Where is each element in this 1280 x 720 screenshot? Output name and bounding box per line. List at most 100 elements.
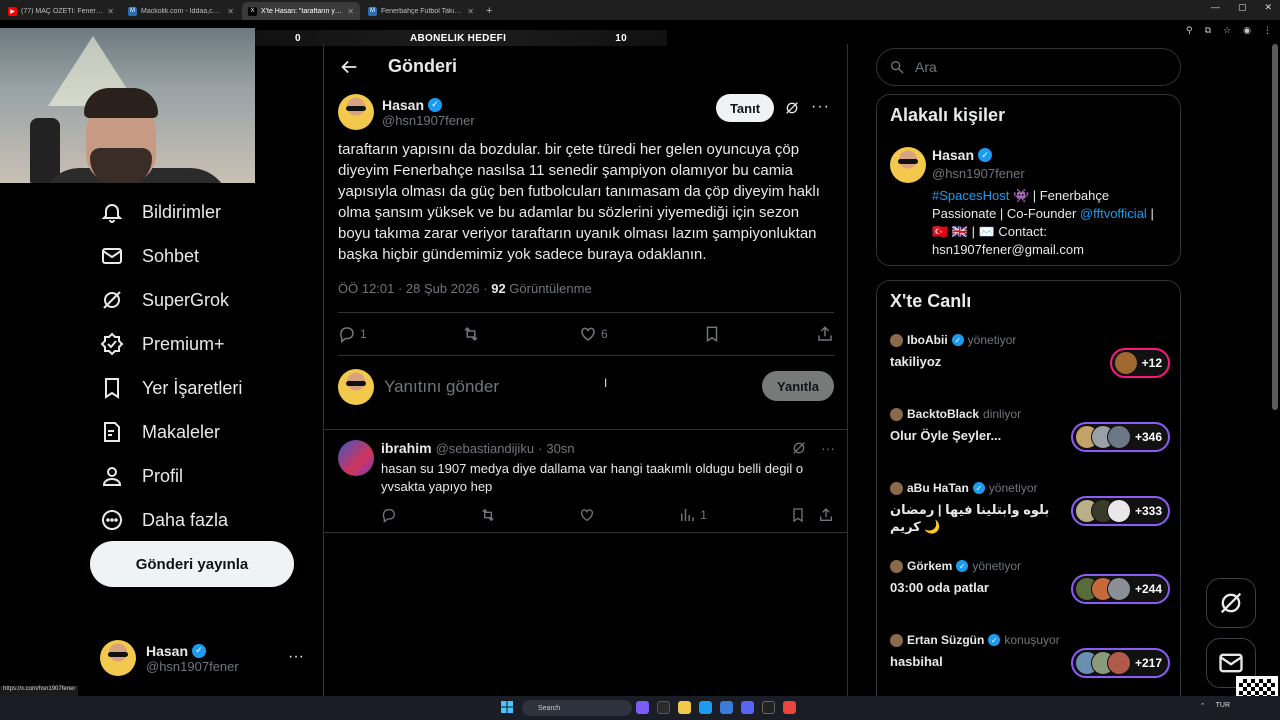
listener-avatar [1106,499,1131,523]
browser-tab[interactable]: M Mackolik.com - İddaa,canlı maç ✕ [122,2,240,20]
star-icon[interactable]: ☆ [1223,25,1231,36]
store-icon[interactable] [720,701,733,714]
host-avatar [890,633,903,647]
more-options-icon[interactable]: ··· [811,98,830,116]
mention-link[interactable]: @fftvofficial [1080,206,1147,221]
nav-item-articles[interactable]: Makaleler [90,410,320,454]
close-tab-icon[interactable]: ✕ [347,7,354,16]
repost-icon[interactable] [480,507,496,523]
reply-action[interactable]: 1 [338,325,367,343]
live-space-item[interactable]: Görkem ✓ yönetiyor 03:00 oda patlar +244 [890,559,1170,629]
post-author-row: Hasan ✓ @hsn1907fener Tanıt ··· [338,92,836,132]
live-space-item[interactable]: Ertan Süzgün ✓ konuşuyor hasbihal +217 [890,633,1170,703]
share-icon[interactable] [818,507,834,523]
app-icon[interactable] [657,701,670,714]
more-options-icon[interactable]: ··· [821,440,835,456]
browser-tab-active[interactable]: X X'te Hasan: "taraftarın yapısını" ✕ [242,2,360,20]
webcam-feed [0,28,255,183]
browser-tab[interactable]: ▶ (77) MAÇ ÖZETİ: Fenerbahçe 2 ✕ [2,2,120,20]
post-timestamp[interactable]: ÖÖ 12:01 · 28 Şub 2026 · [338,281,491,296]
reply-submit-button[interactable]: Yanıtla [762,371,834,401]
discord-icon[interactable] [741,701,754,714]
share-action[interactable] [816,325,834,343]
nav-label: SuperGrok [142,289,230,310]
reply-icon[interactable] [381,507,397,523]
search-input[interactable]: Ara [876,48,1181,86]
new-tab-button[interactable]: + [486,2,492,20]
listener-avatar [1106,425,1131,449]
app-icon[interactable] [636,701,649,714]
related-user-handle[interactable]: @hsn1907fener [932,166,1025,181]
browser-tab[interactable]: M Fenerbahçe Futbol Takımı - 2025 ✕ [362,2,480,20]
author-name[interactable]: Hasan ✓ [382,97,475,113]
profile-icon[interactable]: ◉ [1243,25,1251,36]
reply-avatar[interactable] [338,440,374,476]
taskbar-search[interactable]: Search [522,700,632,716]
like-action[interactable]: 6 [579,325,608,343]
chrome-icon[interactable] [783,701,796,714]
close-window-icon[interactable]: ✕ [1264,2,1272,13]
grok-icon[interactable] [784,100,800,116]
page-scrollbar[interactable] [1272,44,1278,410]
nav-item-bookmarks[interactable]: Yer İşaretleri [90,366,320,410]
close-tab-icon[interactable]: ✕ [227,7,234,16]
reply-author-name[interactable]: ibrahim [381,440,432,456]
listener-count: +244 [1134,582,1162,596]
hashtag-link[interactable]: #SpacesHost [932,188,1009,203]
host-role: yönetiyor [972,559,1022,573]
nav-item-profile[interactable]: Profil [90,454,320,498]
nav-item-chat[interactable]: Sohbet [90,234,320,278]
grok-icon[interactable] [791,440,807,456]
nav-item-more[interactable]: Daha fazla [90,498,320,542]
bookmark-icon[interactable] [790,507,806,523]
host-name: IboAbii [907,333,948,347]
extension-icon[interactable]: ⧉ [1205,25,1211,36]
verified-badge-icon: ✓ [956,560,969,572]
live-space-item[interactable]: aBu HaTan ✓ yönetiyor بلوه وابتلينا فيها |… [890,481,1170,551]
reply-author-handle[interactable]: @sebastiandijiku [436,441,534,456]
nav-item-supergrok[interactable]: SuperGrok [90,278,320,322]
account-switcher[interactable]: Hasan ✓ @hsn1907fener ··· [100,638,310,678]
minimize-icon[interactable]: — [1211,2,1220,13]
more-options-icon[interactable]: ··· [288,648,304,666]
heart-icon[interactable] [579,507,595,523]
language-indicator[interactable]: TUR [1216,702,1230,710]
windows-start-icon[interactable] [501,701,513,713]
grok-fab-button[interactable] [1206,578,1256,628]
author-handle[interactable]: @hsn1907fener [382,113,475,128]
related-user-name[interactable]: Hasan ✓ [932,147,993,163]
back-arrow-icon[interactable] [338,56,360,78]
reply-tweet[interactable]: ibrahim @sebastiandijiku · 30sn ··· hasa… [324,429,847,533]
close-tab-icon[interactable]: ✕ [107,7,114,16]
tray-chevron-icon[interactable]: ⌃ [1200,702,1206,710]
nav-item-premium[interactable]: Premium+ [90,322,320,366]
close-tab-icon[interactable]: ✕ [467,7,474,16]
bookmark-icon [105,378,119,399]
obs-icon[interactable] [762,701,775,714]
views-action[interactable]: 1 [678,506,707,524]
zoom-icon[interactable]: ⚲ [1186,25,1193,36]
youtube-icon: ▶ [8,6,17,16]
reply-input[interactable]: Yanıtını gönder [384,377,499,397]
edge-icon[interactable] [699,701,712,714]
post-button[interactable]: Gönderi yayınla [90,541,294,587]
reply-time[interactable]: 30sn [546,441,574,456]
bookmark-action[interactable] [703,325,721,343]
listener-count: +333 [1134,504,1162,518]
reply-header-icons: ··· [791,440,835,456]
live-space-item[interactable]: IboAbii ✓ yönetiyor takiliyoz +12 [890,333,1170,403]
promote-button[interactable]: Tanıt [716,94,774,122]
avatar[interactable] [890,147,926,183]
author-avatar[interactable] [338,94,374,130]
menu-dots-icon[interactable]: ⋮ [1263,25,1272,36]
nav-item-notifications[interactable]: Bildirimler [90,190,320,234]
nav-label: Bildirimler [142,201,222,222]
nav-label: Profil [142,465,184,486]
live-space-item[interactable]: BacktoBlack dinliyor Olur Öyle Şeyler... … [890,407,1170,477]
space-title: بلوه وابتلينا فيها | رمضان كريم 🌙 [890,502,1050,534]
x-logo-icon: X [248,6,257,16]
listener-avatar [1106,577,1131,601]
repost-action[interactable] [462,325,484,343]
file-explorer-icon[interactable] [678,701,691,714]
maximize-icon[interactable]: ▢ [1238,2,1247,13]
